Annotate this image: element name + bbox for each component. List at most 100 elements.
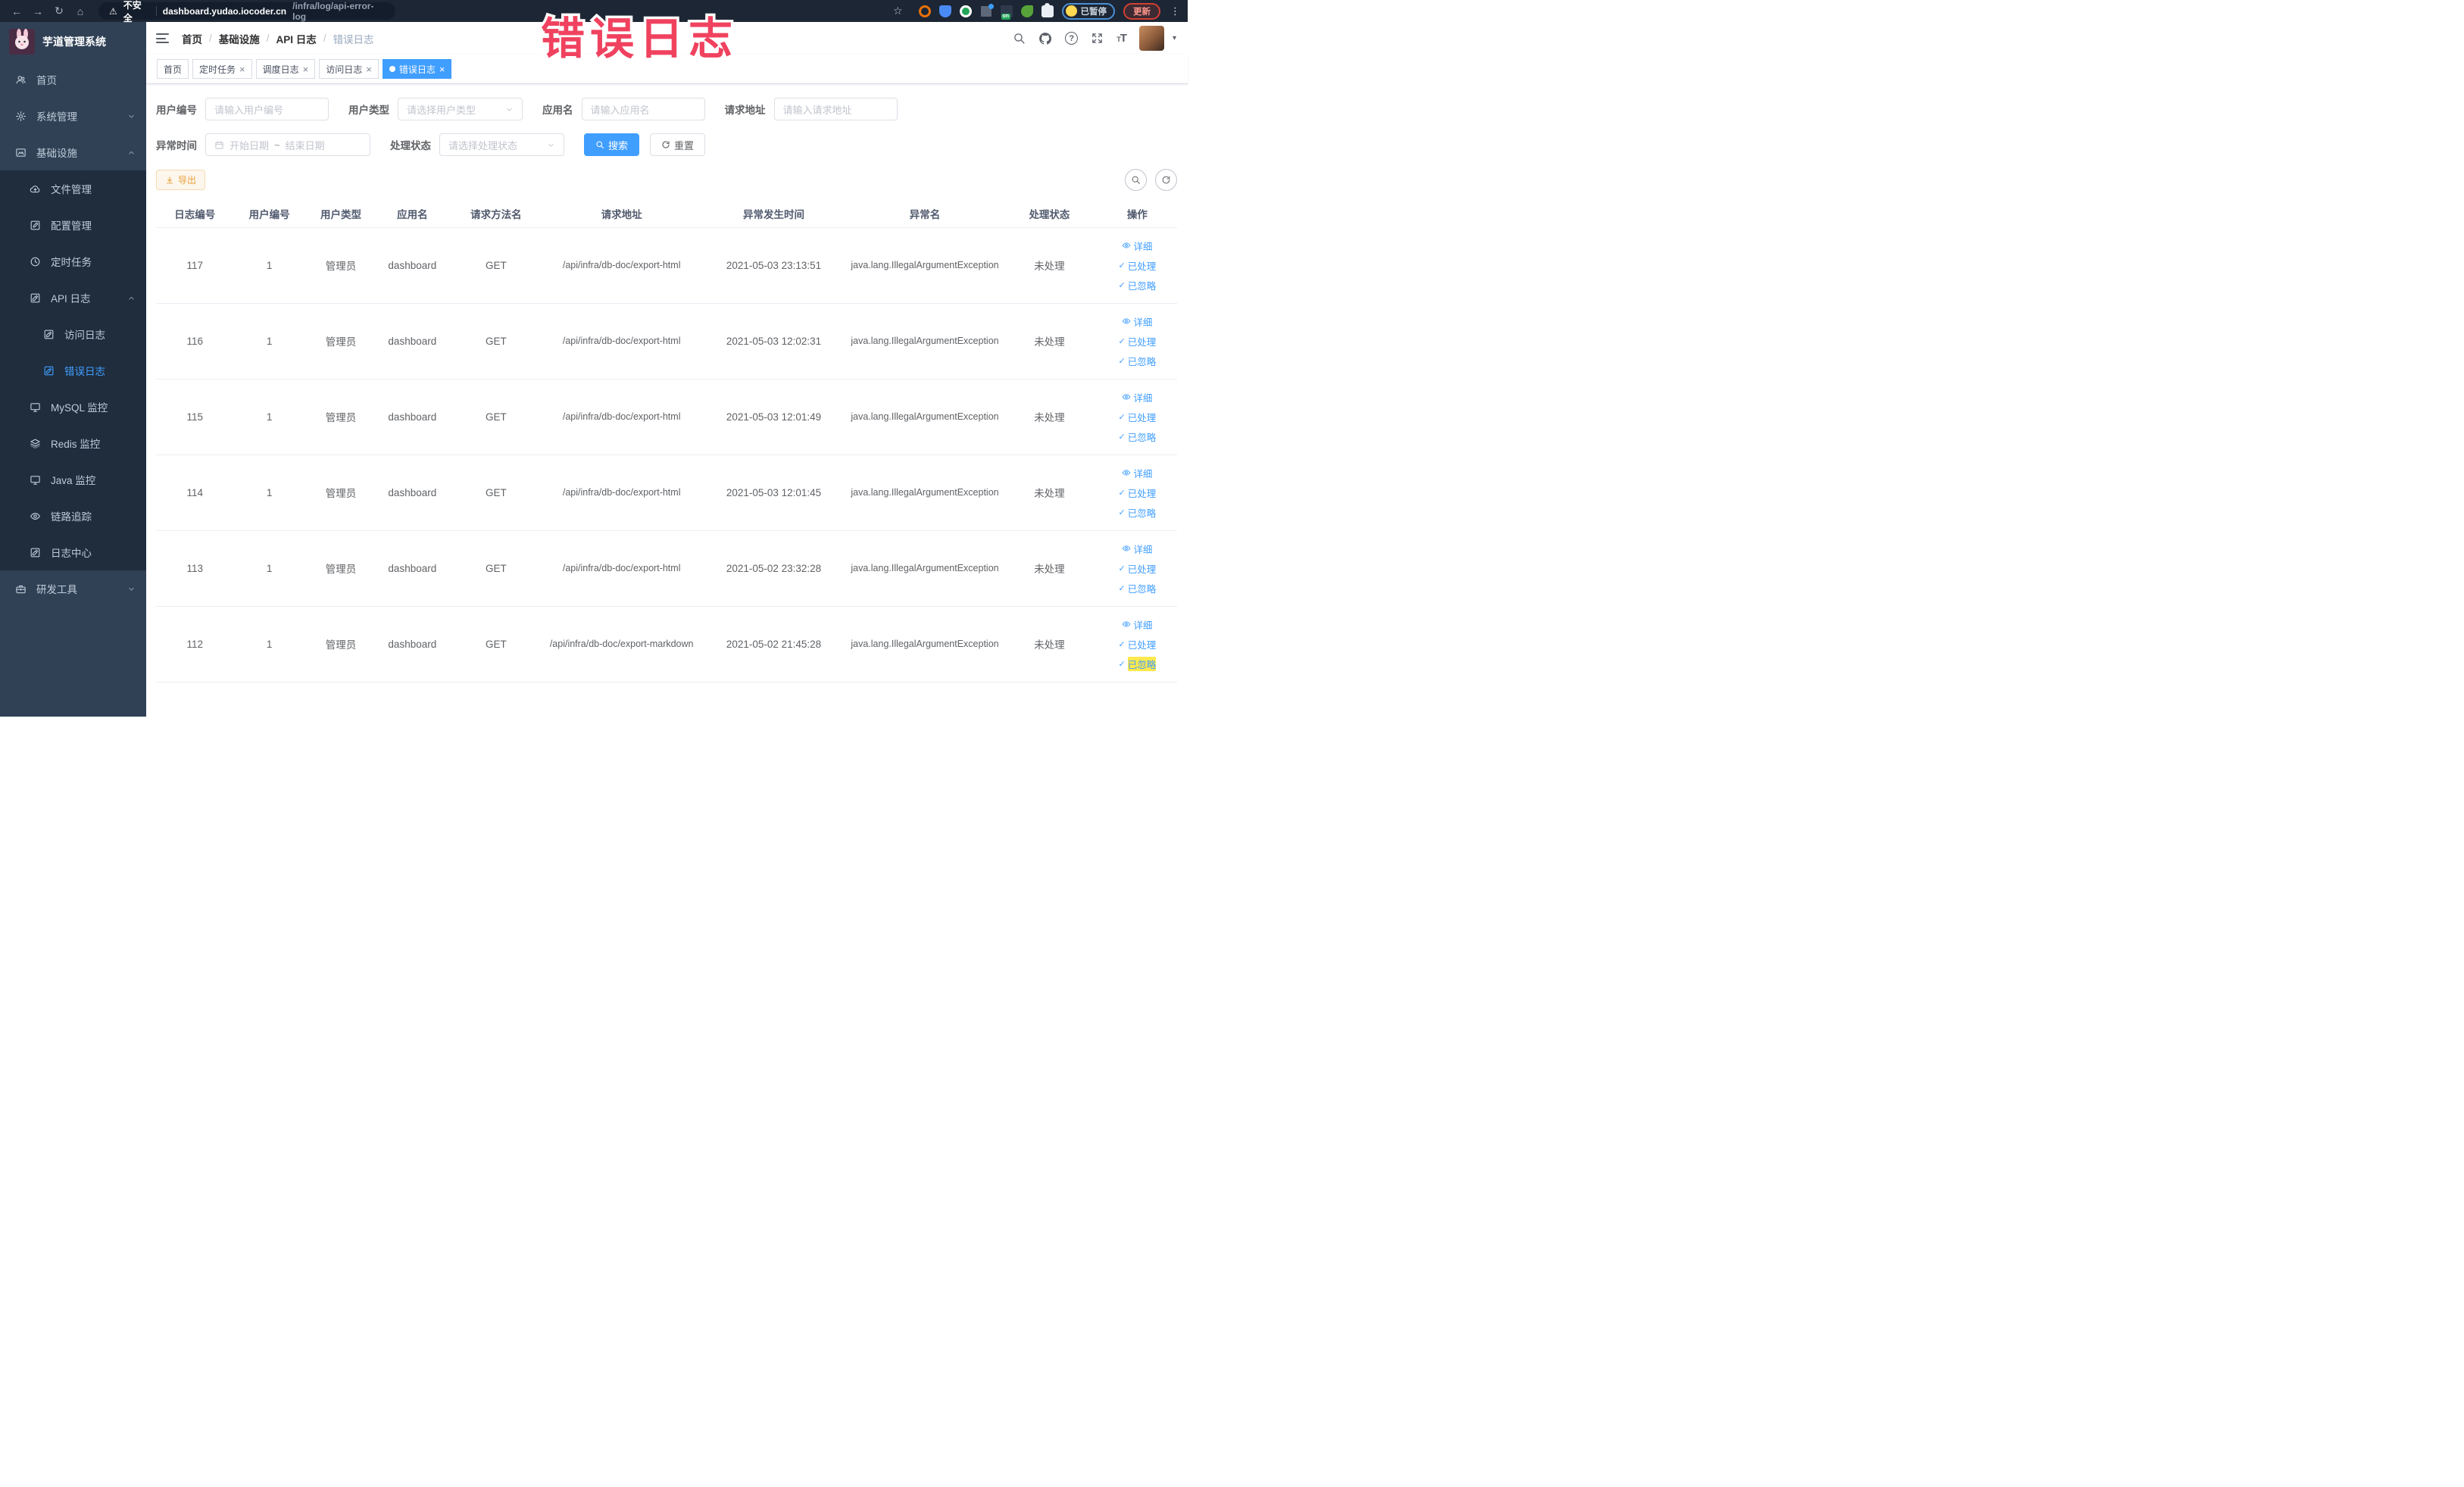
sidebar-item-access-log[interactable]: 访问日志 [0,316,146,352]
fullscreen-icon[interactable] [1091,32,1104,45]
breadcrumb: 首页 / 基础设施 / API 日志 / 错误日志 [182,31,374,46]
detail-link[interactable]: 详细 [1122,542,1152,556]
ignored-link[interactable]: ✓ 已忽略 [1119,505,1157,520]
extension-shield-icon[interactable] [938,5,951,17]
detail-link[interactable]: 详细 [1122,617,1152,632]
profile-avatar-emoji [1065,5,1077,17]
sidebar-item-scheduled-tasks[interactable]: 定时任务 [0,243,146,280]
tab-schedule-log[interactable]: 调度日志 × [255,59,316,79]
close-icon[interactable]: × [366,64,372,74]
exception-time-range-picker[interactable]: 开始日期 ~ 结束日期 [205,133,370,156]
doc-edit-icon [30,547,41,558]
font-size-icon[interactable]: TT [1116,33,1127,44]
app-name-input[interactable]: 请输入应用名 [581,98,705,120]
check-icon: ✓ [1118,583,1126,593]
ignored-link[interactable]: ✓ 已忽略 [1119,656,1157,671]
bookmark-star-icon[interactable]: ☆ [893,5,903,17]
browser-reload-button[interactable]: ↻ [50,5,68,17]
tab-access-log[interactable]: 访问日志 × [319,59,379,79]
col-process-status: 处理状态 [1001,201,1098,228]
export-button[interactable]: 导出 [156,170,206,190]
eye-icon [1122,317,1131,326]
breadcrumb-home[interactable]: 首页 [182,31,202,46]
detail-link[interactable]: 详细 [1122,390,1152,405]
refresh-table-button[interactable] [1155,169,1177,191]
breadcrumb-infra[interactable]: 基础设施 [219,31,260,46]
sidebar-item-api-log[interactable]: API 日志 [0,280,146,316]
browser-update-button[interactable]: 更新 [1123,2,1160,20]
sidebar-item-redis-monitor[interactable]: Redis 监控 [0,425,146,461]
sidebar-item-java-monitor[interactable]: Java 监控 [0,461,146,498]
avatar-caret-down-icon[interactable]: ▾ [1173,34,1176,42]
security-label: 不安全 [123,0,142,23]
reset-button[interactable]: 重置 [650,133,706,156]
eye-icon [30,511,41,522]
detail-link[interactable]: 详细 [1122,314,1152,329]
sidebar-item-log-center[interactable]: 日志中心 [0,534,146,570]
sidebar-item-infra[interactable]: 基础设施 [0,134,146,170]
process-status-select[interactable]: 请选择处理状态 [439,133,564,156]
user-avatar[interactable] [1138,26,1164,51]
profile-paused-badge[interactable]: 已暂停 [1061,2,1115,20]
detail-link[interactable]: 详细 [1122,466,1152,480]
app-title: 芋道管理系统 [42,36,106,48]
close-icon[interactable]: × [303,64,309,74]
extension-switch-icon[interactable]: on [1000,5,1013,20]
processed-link[interactable]: ✓ 已处理 [1119,258,1157,273]
app-logo[interactable]: 芋道管理系统 [0,22,146,61]
extension-v-icon[interactable] [959,5,972,17]
ignored-link[interactable]: ✓ 已忽略 [1119,581,1157,595]
sidebar-item-mysql-monitor[interactable]: MySQL 监控 [0,389,146,425]
monitor-icon [30,401,41,413]
search-icon[interactable] [1013,32,1026,45]
sidebar-item-trace[interactable]: 链路追踪 [0,498,146,534]
extension-adblock-icon[interactable] [918,5,931,17]
sidebar-item-config-management[interactable]: 配置管理 [0,207,146,243]
close-icon[interactable]: × [439,64,445,74]
processed-link[interactable]: ✓ 已处理 [1119,334,1157,348]
sidebar-item-error-log[interactable]: 错误日志 [0,352,146,389]
browser-forward-button[interactable]: → [29,5,47,17]
user-id-input[interactable]: 请输入用户编号 [205,98,329,120]
address-bar[interactable]: ⚠ 不安全 dashboard.yudao.iocoder.cn/infra/l… [98,0,395,23]
tab-home[interactable]: 首页 [157,59,189,79]
sidebar-collapse-icon[interactable] [156,33,169,43]
col-log-id: 日志编号 [156,201,234,228]
ignored-link[interactable]: ✓ 已忽略 [1119,278,1157,292]
browser-home-button[interactable]: ⌂ [71,5,89,17]
sidebar-item-dev-tools[interactable]: 研发工具 [0,570,146,607]
processed-link[interactable]: ✓ 已处理 [1119,410,1157,424]
extensions-puzzle-icon[interactable] [1041,2,1054,17]
extension-grid-icon[interactable] [979,3,994,17]
col-actions: 操作 [1097,201,1177,228]
request-url-label: 请求地址 [724,105,766,116]
chevron-down-icon [127,585,136,593]
processed-link[interactable]: ✓ 已处理 [1119,561,1157,576]
tab-error-log[interactable]: 错误日志 × [382,59,452,79]
help-icon[interactable]: ? [1065,32,1079,45]
tab-scheduled-tasks[interactable]: 定时任务 × [192,59,252,79]
github-icon[interactable] [1038,32,1052,45]
ignored-link[interactable]: ✓ 已忽略 [1119,354,1157,368]
sidebar-item-system[interactable]: 系统管理 [0,98,146,134]
table-header-row: 日志编号 用户编号 用户类型 应用名 请求方法名 请求地址 异常发生时间 异常名… [156,201,1177,228]
check-icon: ✓ [1118,336,1126,346]
close-icon[interactable]: × [239,64,245,74]
browser-menu-icon[interactable]: ⋮ [1170,5,1180,17]
toggle-search-button[interactable] [1125,169,1147,191]
request-url-input[interactable]: 请输入请求地址 [773,98,898,120]
search-button[interactable]: 搜索 [584,133,640,156]
security-warning-icon: ⚠ [109,5,117,17]
top-navbar: 首页 / 基础设施 / API 日志 / 错误日志 ? TT ▾ [146,22,1188,55]
breadcrumb-api-log[interactable]: API 日志 [276,31,317,46]
sidebar-item-file-management[interactable]: 文件管理 [0,170,146,207]
sidebar-item-home[interactable]: 首页 [0,61,146,98]
check-icon: ✓ [1118,564,1126,573]
processed-link[interactable]: ✓ 已处理 [1119,486,1157,500]
extension-leaf-icon[interactable] [1020,5,1033,17]
detail-link[interactable]: 详细 [1122,239,1152,253]
browser-back-button[interactable]: ← [8,5,26,17]
processed-link[interactable]: ✓ 已处理 [1119,637,1157,651]
user-type-select[interactable]: 请选择用户类型 [398,98,523,120]
ignored-link[interactable]: ✓ 已忽略 [1119,430,1157,444]
